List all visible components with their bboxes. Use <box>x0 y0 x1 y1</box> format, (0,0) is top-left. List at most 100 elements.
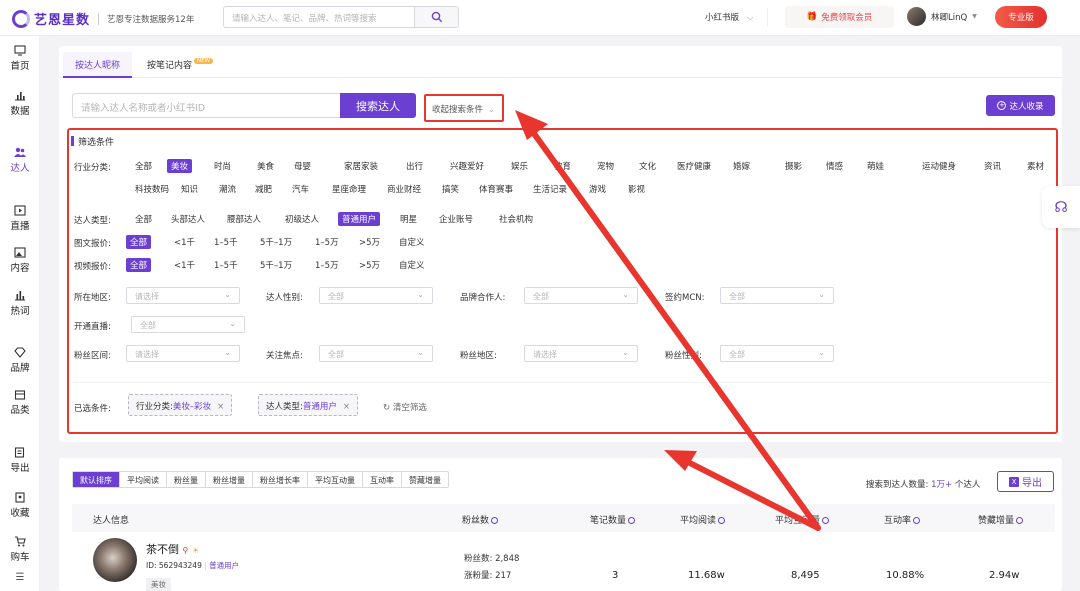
influencer-name[interactable]: 茶不倒 ⚲ ☀ <box>146 541 199 557</box>
type-option[interactable]: 全部 <box>131 212 156 226</box>
image-price-option[interactable]: 全部 <box>126 235 152 249</box>
sort-tab[interactable]: 默认排序 <box>73 472 120 487</box>
col-avg-interact[interactable]: 平均互动量 <box>775 513 830 526</box>
col-like-collect[interactable]: 赞藏增量 <box>978 513 1024 526</box>
sort-tab[interactable]: 平均互动量 <box>308 472 363 487</box>
industry-option[interactable]: 汽车 <box>288 182 313 196</box>
live-select[interactable]: 全部 ⌄ <box>131 316 245 333</box>
col-interact-rate[interactable]: 互动率 <box>884 513 921 526</box>
industry-option[interactable]: 知识 <box>177 182 202 196</box>
industry-option[interactable]: 素材 <box>1023 159 1048 173</box>
menu-icon[interactable]: ☰ <box>0 572 40 586</box>
type-option[interactable]: 企业账号 <box>435 212 477 226</box>
pro-version-button[interactable]: 专业版 <box>995 6 1047 28</box>
gender-select[interactable]: 全部 ⌄ <box>319 287 433 304</box>
image-price-option[interactable]: 自定义 <box>395 235 429 249</box>
col-fans[interactable]: 粉丝数 <box>462 513 499 526</box>
sort-tab[interactable]: 互动率 <box>363 472 402 487</box>
close-icon[interactable]: × <box>343 402 350 412</box>
industry-option[interactable]: 运动健身 <box>918 159 960 173</box>
export-button[interactable]: X 导出 <box>997 471 1054 492</box>
mcn-select[interactable]: 全部 ⌄ <box>720 287 834 304</box>
customer-service-button[interactable]: ☊ <box>1042 186 1080 228</box>
industry-option[interactable]: 萌娃 <box>863 159 888 173</box>
user-menu[interactable]: 林卿LinQ ▼ <box>907 7 977 26</box>
logo[interactable]: 艺恩星数 艺恩专注数据服务12年 <box>12 9 194 28</box>
type-option[interactable]: 普通用户 <box>338 212 381 226</box>
clear-filters-button[interactable]: ↻ 清空筛选 <box>383 401 427 413</box>
industry-option[interactable]: 娱乐 <box>507 159 532 173</box>
industry-option[interactable]: 游戏 <box>585 182 610 196</box>
type-option[interactable]: 腰部达人 <box>223 212 265 226</box>
global-search-input[interactable]: 请输入达人、笔记、品牌、热词等搜索 <box>223 6 415 28</box>
industry-option[interactable]: 医疗健康 <box>673 159 715 173</box>
fans-range-select[interactable]: 请选择 ⌄ <box>126 345 240 362</box>
sidebar-item-cart[interactable]: 购车 <box>0 535 40 575</box>
sidebar-item-brand[interactable]: 品牌 <box>0 346 40 386</box>
influencer-search-input[interactable]: 请输入达人名称或者小红书ID <box>72 93 340 118</box>
industry-option[interactable]: 资讯 <box>980 159 1005 173</box>
sort-tab[interactable]: 粉丝量 <box>167 472 206 487</box>
video-price-option[interactable]: >5万 <box>355 258 384 272</box>
fans-gender-select[interactable]: 全部 ⌄ <box>720 345 834 362</box>
video-price-option[interactable]: 自定义 <box>395 258 429 272</box>
sort-tab[interactable]: 赞藏增量 <box>402 472 448 487</box>
type-option[interactable]: 明星 <box>396 212 421 226</box>
region-select[interactable]: 请选择 ⌄ <box>126 287 240 304</box>
sidebar-item-data[interactable]: 数据 <box>0 89 40 129</box>
industry-option[interactable]: 星座命理 <box>328 182 370 196</box>
industry-option[interactable]: 母婴 <box>290 159 315 173</box>
video-price-option[interactable]: 5千–1万 <box>256 258 296 272</box>
type-option[interactable]: 头部达人 <box>167 212 209 226</box>
sidebar-item-content[interactable]: 内容 <box>0 246 40 286</box>
avatar[interactable] <box>93 538 137 582</box>
sidebar-item-category[interactable]: 品类 <box>0 388 40 428</box>
industry-option[interactable]: 潮流 <box>215 182 240 196</box>
sidebar-item-favorites[interactable]: 收藏 <box>0 491 40 531</box>
industry-option[interactable]: 美食 <box>253 159 278 173</box>
industry-option[interactable]: 影视 <box>624 182 649 196</box>
industry-option[interactable]: 兴趣爱好 <box>446 159 488 173</box>
image-price-option[interactable]: >5万 <box>355 235 384 249</box>
focus-select[interactable]: 全部 ⌄ <box>319 345 433 362</box>
type-option[interactable]: 初级达人 <box>281 212 323 226</box>
fans-region-select[interactable]: 请选择 ⌄ <box>524 345 638 362</box>
image-price-option[interactable]: <1千 <box>170 235 199 249</box>
platform-select[interactable]: 小红书版 ⌵ <box>694 8 768 26</box>
col-avg-read[interactable]: 平均阅读 <box>680 513 726 526</box>
industry-option[interactable]: 体育赛事 <box>475 182 517 196</box>
global-search-button[interactable] <box>414 6 459 28</box>
type-option[interactable]: 社会机构 <box>495 212 537 226</box>
sort-tab[interactable]: 粉丝增长率 <box>253 472 308 487</box>
sort-tab[interactable]: 平均阅读 <box>120 472 167 487</box>
industry-option[interactable]: 宠物 <box>593 159 618 173</box>
brand-coop-select[interactable]: 全部 ⌄ <box>524 287 638 304</box>
search-influencer-button[interactable]: 搜索达人 <box>340 93 416 118</box>
industry-option[interactable]: 出行 <box>402 159 427 173</box>
tab-by-note-content[interactable]: 按笔记内容 NEW <box>135 52 225 78</box>
image-price-option[interactable]: 5千–1万 <box>256 235 296 249</box>
free-vip-button[interactable]: 🎁 免费领取会员 <box>785 6 894 28</box>
industry-option[interactable]: 教育 <box>550 159 575 173</box>
industry-option[interactable]: 时尚 <box>210 159 235 173</box>
close-icon[interactable]: × <box>217 402 224 412</box>
industry-option[interactable]: 文化 <box>635 159 660 173</box>
industry-option[interactable]: 情感 <box>822 159 847 173</box>
industry-option[interactable]: 全部 <box>131 159 156 173</box>
selected-chip-type[interactable]: 达人类型:普通用户 × <box>258 394 359 416</box>
industry-option[interactable]: 商业财经 <box>383 182 425 196</box>
col-notes[interactable]: 笔记数量 <box>590 513 636 526</box>
sort-tab[interactable]: 粉丝增量 <box>206 472 253 487</box>
image-price-option[interactable]: 1–5万 <box>311 235 343 249</box>
sidebar-item-hotwords[interactable]: 热词 <box>0 289 40 329</box>
video-price-option[interactable]: 全部 <box>126 258 152 272</box>
industry-option[interactable]: 科技数码 <box>131 182 173 196</box>
industry-option[interactable]: 婚嫁 <box>729 159 754 173</box>
video-price-option[interactable]: 1–5万 <box>311 258 343 272</box>
sidebar-item-export[interactable]: 导出 <box>0 446 40 486</box>
industry-option[interactable]: 家居家装 <box>340 159 382 173</box>
tab-by-nickname[interactable]: 按达人昵称 <box>63 52 133 78</box>
video-price-option[interactable]: <1千 <box>170 258 199 272</box>
collapse-filters-button[interactable]: 收起搜索条件 ⌄ <box>424 94 504 122</box>
industry-option[interactable]: 生活记录 <box>529 182 571 196</box>
